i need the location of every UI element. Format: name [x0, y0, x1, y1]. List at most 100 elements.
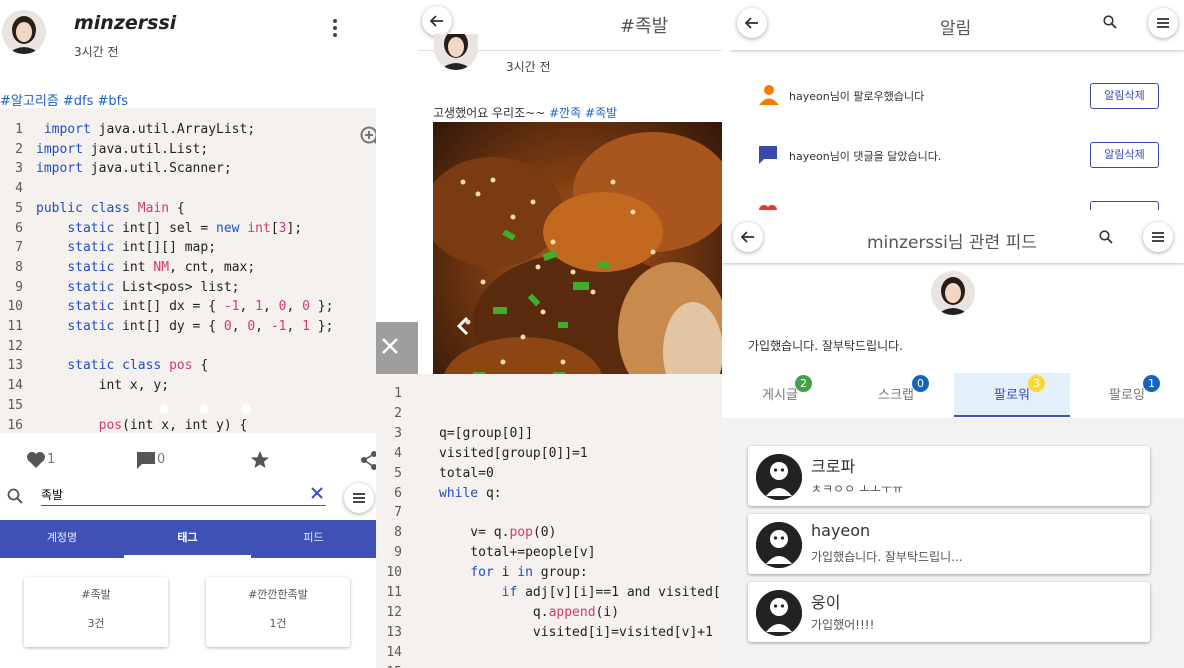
heart-icon[interactable]	[26, 451, 46, 469]
search-icon[interactable]	[1103, 15, 1117, 29]
tab-feed[interactable]: 피드	[251, 520, 376, 558]
line-number: 9	[15, 279, 23, 295]
line-number: 12	[7, 338, 23, 354]
menu-button[interactable]	[1143, 222, 1173, 252]
search-icon[interactable]	[1099, 230, 1113, 244]
page-title: 알림	[940, 19, 972, 39]
clear-icon[interactable]	[310, 486, 324, 500]
line-number: 11	[386, 585, 402, 600]
line-number: 2	[394, 405, 402, 421]
code-line: static int[] dy = { 0, 0, -1, 1 };	[67, 319, 334, 334]
like-count: 1	[47, 452, 56, 467]
count-badge: 1	[1143, 375, 1160, 392]
avatar[interactable]	[931, 271, 975, 315]
close-icon[interactable]	[380, 336, 400, 356]
follower-card[interactable]: 웅이 가입했어!!!!	[748, 582, 1150, 642]
post-caption: 고생했어요 우리조~~ #깐족 #족발	[433, 104, 617, 121]
line-number: 14	[386, 644, 402, 660]
follower-desc: ㅊㅋㅇㅇ ㅗㅗㅜㅠ	[811, 482, 904, 496]
tag-result-name: #깐깐한족발	[248, 588, 308, 601]
follower-name: 웅이	[811, 593, 841, 612]
follower-name: 크로파	[811, 457, 856, 476]
code-line: if adj[v][i]==1 and visited[i]==0:	[501, 585, 722, 600]
back-button[interactable]	[733, 222, 763, 252]
count-badge: 3	[1028, 375, 1045, 392]
notification-text: hayeon님이 팔로우했습니다	[789, 90, 925, 103]
code-line: visited[i]=visited[v]+1	[439, 624, 713, 640]
follower-desc: 가입했어!!!!	[811, 618, 875, 632]
line-number: 7	[394, 505, 402, 521]
code-line: static List<pos> list;	[67, 279, 240, 295]
code-line: q.append(i)	[439, 604, 620, 620]
line-number: 10	[386, 565, 402, 581]
follower-card[interactable]: 크로파 ㅊㅋㅇㅇ ㅗㅗㅜㅠ	[748, 446, 1150, 506]
line-number: 8	[394, 525, 402, 541]
tag-post-panel: #족발 3시간 전 고생했어요 우리조~~ #깐족 #족발 1 2 3 4 5 …	[376, 0, 722, 668]
line-number: 15	[7, 397, 23, 413]
code-line: pos(int x, int y) {	[98, 417, 248, 433]
caption-tags[interactable]: #깐족 #족발	[549, 106, 617, 120]
notification-text: hayeon님이 댓글을 달았습니다.	[789, 150, 942, 163]
search-input[interactable]	[41, 483, 326, 506]
person-icon	[758, 84, 780, 106]
tag-result-count: 3건	[87, 617, 105, 630]
avatar[interactable]	[434, 34, 478, 70]
code-line: static class pos {	[67, 358, 209, 374]
more-vert-icon[interactable]	[328, 16, 342, 40]
delete-notification-button[interactable]: 알림삭제	[1090, 83, 1159, 109]
tab-followers[interactable]: 팔로워	[954, 373, 1070, 417]
line-number: 4	[15, 181, 23, 197]
tab-following[interactable]: 팔로잉	[1070, 373, 1184, 417]
line-number: 10	[7, 299, 23, 315]
chevron-left-icon[interactable]	[456, 315, 470, 337]
search-icon[interactable]	[7, 488, 23, 504]
tab-tag[interactable]: 태그	[124, 520, 251, 558]
notifications-panel: 알림 hayeon님이 팔로우했습니다 알림삭제 hayeon님이 댓글을 달았…	[730, 0, 1184, 215]
page-title: #족발	[620, 16, 669, 37]
menu-button[interactable]	[1148, 8, 1178, 38]
tab-account[interactable]: 계정명	[0, 520, 124, 558]
line-number: 15	[376, 665, 402, 668]
caption-text: 고생했어요 우리조~~	[433, 106, 550, 120]
tag-result-card[interactable]: #족발 3건	[24, 577, 168, 647]
code-line: v= q.pop(0)	[439, 525, 557, 541]
post-time: 3시간 전	[74, 45, 119, 59]
code-line: total+=people[v]	[439, 545, 596, 561]
tab-scrap[interactable]: 스크랩	[838, 373, 954, 417]
avatar[interactable]	[2, 10, 46, 54]
comment-count: 0	[157, 452, 166, 467]
code-line: int x, y;	[36, 378, 170, 394]
code-line: import java.util.List;	[36, 141, 209, 157]
line-number: 8	[15, 259, 23, 275]
line-number: 9	[394, 545, 402, 561]
carousel-dots	[158, 403, 258, 415]
menu-button[interactable]	[344, 483, 374, 513]
post-panel: minzerssi 3시간 전 #알고리즘 #dfs #bfs 12345678…	[0, 0, 418, 668]
post-tags[interactable]: #알고리즘 #dfs #bfs	[0, 90, 128, 109]
comment-icon	[758, 145, 778, 165]
star-icon[interactable]	[250, 450, 270, 470]
code-block: 123456789101112131415q=[group[0]]visited…	[376, 374, 722, 668]
user-avatar-icon	[756, 522, 802, 568]
code-line: for i in group:	[470, 565, 588, 581]
delete-notification-button[interactable]: 알림삭제	[1090, 142, 1159, 168]
tab-label: 스크랩	[878, 388, 914, 403]
tab-posts[interactable]: 게시글	[722, 373, 838, 417]
count-badge: 0	[912, 375, 929, 392]
line-number: 13	[7, 358, 23, 374]
follower-card[interactable]: hayeon 가입했습니다. 잘부탁드립니...	[748, 514, 1150, 574]
code-line: static int[][] map;	[67, 240, 217, 256]
back-button[interactable]	[422, 6, 452, 36]
line-number: 6	[394, 485, 402, 501]
line-number: 1	[15, 122, 23, 137]
back-button[interactable]	[737, 8, 767, 38]
tab-label: 팔로워	[994, 388, 1030, 403]
post-username[interactable]: minzerssi	[74, 12, 176, 34]
line-number: 6	[15, 220, 23, 236]
follower-name: hayeon	[811, 521, 871, 540]
code-line: total=0	[439, 465, 494, 481]
comment-icon[interactable]	[136, 451, 156, 470]
tag-result-card[interactable]: #깐깐한족발 1건	[206, 577, 350, 647]
code-line: visited[group[0]]=1	[439, 445, 588, 461]
line-number: 2	[15, 141, 23, 157]
